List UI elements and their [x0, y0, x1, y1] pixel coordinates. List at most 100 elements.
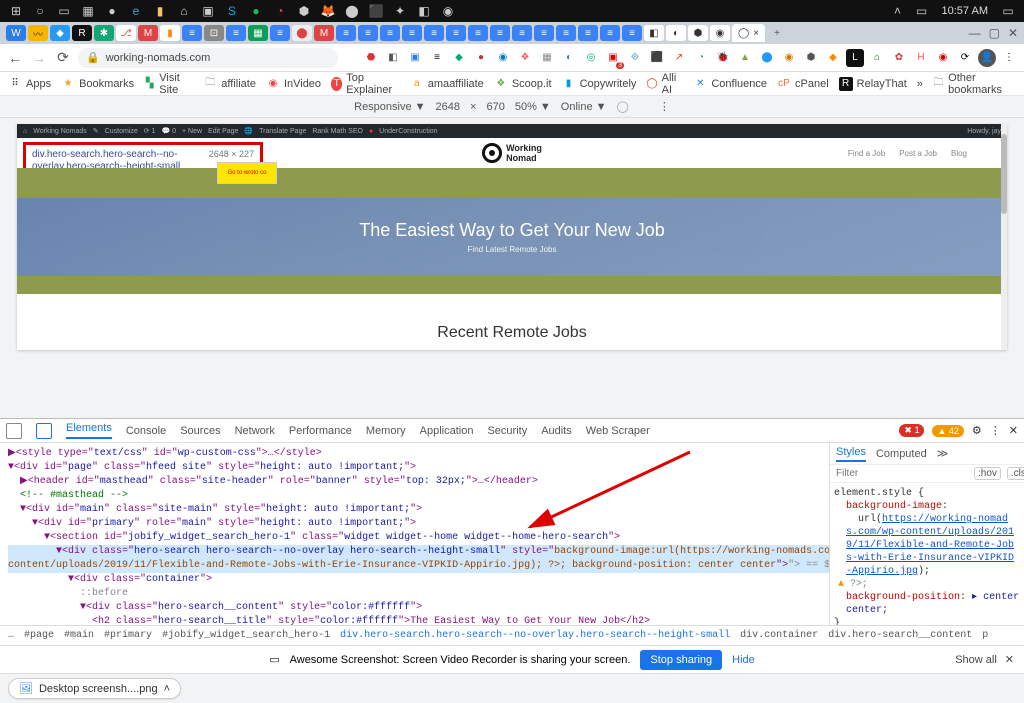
cortana-icon[interactable]: ○	[31, 2, 49, 20]
tab-icon[interactable]: ≡	[402, 25, 422, 41]
wp-admin-bar[interactable]: ⌂Working Nomads ✎Customize ⟳ 1 💬 0 + New…	[17, 124, 1007, 138]
chrome-menu-icon[interactable]: ⋮	[1000, 49, 1018, 67]
dom-breadcrumbs[interactable]: … #page #main #primary #jobify_widget_se…	[0, 625, 1024, 645]
tab-icon[interactable]: ⬢	[688, 25, 708, 41]
show-all-downloads[interactable]: Show all	[955, 654, 997, 666]
ext-icon[interactable]: ❖	[516, 49, 534, 67]
site-logo[interactable]: Working Nomad	[482, 143, 542, 163]
app-icon[interactable]: ▦	[79, 2, 97, 20]
cls-toggle[interactable]: .cls	[1007, 467, 1024, 480]
tab-icon[interactable]: ▦	[248, 25, 268, 41]
bookmark-item[interactable]: TTop Explainer	[331, 72, 400, 96]
tab-icon[interactable]: ≡	[622, 25, 642, 41]
taskview-icon[interactable]: ▭	[55, 2, 73, 20]
ext-icon[interactable]: ●	[472, 49, 490, 67]
app-icon[interactable]: ▣	[199, 2, 217, 20]
bookmark-item[interactable]: RRelayThat	[839, 77, 907, 91]
bookmark-item[interactable]: ✕Confluence	[693, 77, 767, 91]
device-width[interactable]: 2648	[436, 101, 460, 113]
ext-icon[interactable]: ◆	[450, 49, 468, 67]
ext-icon[interactable]: ⬣	[362, 49, 380, 67]
ext-icon[interactable]: ≡	[428, 49, 446, 67]
bookmark-item[interactable]: cPcPanel	[777, 77, 829, 91]
ext-icon[interactable]: ◧	[384, 49, 402, 67]
styles-tab[interactable]: Styles	[836, 446, 866, 462]
back-button[interactable]: ←	[6, 49, 24, 67]
avatar-icon[interactable]: 👤	[978, 49, 996, 67]
start-icon[interactable]: ⊞	[7, 2, 25, 20]
forward-button[interactable]: →	[30, 49, 48, 67]
ext-icon[interactable]: ◔	[692, 49, 710, 67]
ext-icon[interactable]: ⟳	[956, 49, 974, 67]
tab-memory[interactable]: Memory	[366, 425, 406, 437]
tab-icon[interactable]: ◧	[644, 25, 664, 41]
devtools-settings-icon[interactable]: ⚙	[972, 424, 982, 437]
ext-icon[interactable]: ◉	[934, 49, 952, 67]
tab-icon[interactable]: ≡	[490, 25, 510, 41]
ext-icon[interactable]: ⟐	[626, 49, 644, 67]
devtools-menu-icon[interactable]: ⋮	[990, 424, 1001, 437]
battery-icon[interactable]: ▭	[913, 2, 931, 20]
tab-icon[interactable]: M	[314, 25, 334, 41]
tab-close-icon[interactable]: ×	[753, 28, 759, 39]
download-item[interactable]: 🖼 Desktop screensh....png ˄	[8, 678, 181, 699]
tab-icon[interactable]: ≡	[336, 25, 356, 41]
ext-icon[interactable]: ◆	[824, 49, 842, 67]
ext-icon[interactable]: ◐	[560, 49, 578, 67]
throttle-dropdown[interactable]: Online ▼	[561, 101, 607, 113]
dom-tree[interactable]: ▶<style type="text/css" id="wp-custom-cs…	[0, 443, 829, 625]
tab-icon[interactable]: R	[72, 25, 92, 41]
tab-icon[interactable]: ▮	[160, 25, 180, 41]
bookmark-item[interactable]: ◉InVideo	[266, 77, 321, 91]
device-dropdown[interactable]: Responsive ▼	[354, 101, 425, 113]
close-downloads-icon[interactable]: ✕	[1005, 653, 1014, 666]
new-tab-button[interactable]: +	[767, 25, 787, 41]
ext-icon[interactable]: ⬢	[802, 49, 820, 67]
ext-icon[interactable]: ▦	[538, 49, 556, 67]
tab-icon[interactable]: ◐	[666, 25, 686, 41]
ext-icon[interactable]: ▣3	[604, 49, 622, 67]
active-tab[interactable]: ◯ ×	[732, 24, 765, 42]
tab-sources[interactable]: Sources	[180, 425, 220, 437]
ext-icon[interactable]: ⬛	[648, 49, 666, 67]
tab-icon[interactable]: ◆	[50, 25, 70, 41]
tab-icon[interactable]: W	[6, 25, 26, 41]
tab-webscraper[interactable]: Web Scraper	[586, 425, 650, 437]
bookmark-item[interactable]: ❖Scoop.it	[494, 77, 552, 91]
tab-performance[interactable]: Performance	[289, 425, 352, 437]
rotate-icon[interactable]: ◯	[617, 100, 629, 113]
chrome-icon[interactable]: ◉	[439, 2, 457, 20]
ext-icon[interactable]: ◉	[780, 49, 798, 67]
edge-icon[interactable]: e	[127, 2, 145, 20]
app-icon[interactable]: ✦	[391, 2, 409, 20]
bookmark-overflow[interactable]: »	[917, 78, 923, 90]
tab-icon[interactable]: ≡	[468, 25, 488, 41]
style-rules[interactable]: element.style { background-image: url(ht…	[830, 483, 1024, 625]
address-bar[interactable]: 🔒 working-nomads.com	[78, 48, 338, 68]
bookmark-folder[interactable]: 🗀affiliate	[203, 77, 256, 91]
ext-icon[interactable]: ✿	[890, 49, 908, 67]
error-badge[interactable]: ✖ 1	[899, 424, 924, 437]
ext-icon[interactable]: ▣	[406, 49, 424, 67]
tab-icon[interactable]: ≡	[182, 25, 202, 41]
tab-audits[interactable]: Audits	[541, 425, 572, 437]
tab-console[interactable]: Console	[126, 425, 166, 437]
tab-icon[interactable]: ⊡	[204, 25, 224, 41]
tab-icon[interactable]: ◉	[710, 25, 730, 41]
devtools-close-icon[interactable]: ✕	[1009, 424, 1018, 437]
tab-application[interactable]: Application	[420, 425, 474, 437]
spotify-icon[interactable]: ●	[247, 2, 265, 20]
hov-toggle[interactable]: :hov	[974, 467, 1001, 480]
ext-icon[interactable]: ⬤	[758, 49, 776, 67]
tab-icon[interactable]: ✱	[94, 25, 114, 41]
explorer-icon[interactable]: ▮	[151, 2, 169, 20]
app-icon[interactable]: ⬤	[343, 2, 361, 20]
bookmark-item[interactable]: ★Bookmarks	[61, 77, 134, 91]
window-minimize-icon[interactable]: —	[969, 26, 981, 40]
tab-icon[interactable]: ≡	[380, 25, 400, 41]
download-menu-icon[interactable]: ˄	[164, 683, 170, 695]
ext-icon[interactable]: ◎	[582, 49, 600, 67]
ad-placeholder[interactable]: Go to wroto co	[217, 162, 277, 184]
tab-icon[interactable]: ⎇	[116, 25, 136, 41]
ext-icon[interactable]: 🐞	[714, 49, 732, 67]
